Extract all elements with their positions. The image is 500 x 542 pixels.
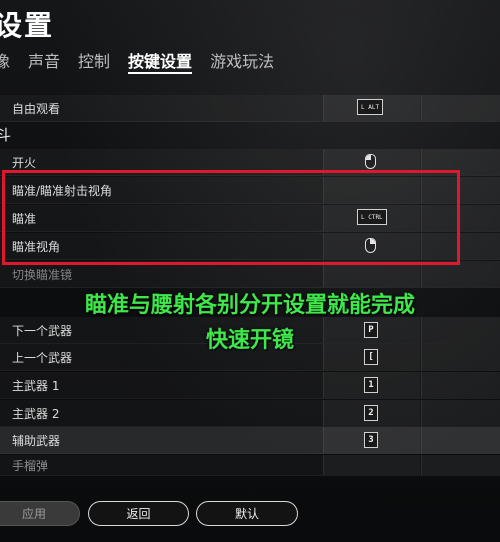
tab-controls[interactable]: 控制 [78,48,110,74]
back-button[interactable]: 返回 [88,501,189,526]
highlight-box [2,170,460,265]
keybind-row-switch-sight[interactable]: 切换瞄准镜 [0,261,500,288]
keybind-label: 主武器 1 [12,379,60,393]
key-cap: 3 [364,432,378,448]
key-cap: 2 [364,405,378,421]
keybind-label: 辅助武器 [12,434,61,448]
tab-audio[interactable]: 声音 [28,48,60,74]
page-title: 设置 [0,9,55,42]
apply-button[interactable]: 应用 [0,501,80,526]
section-heading: 斗 [0,126,12,144]
default-button[interactable]: 默认 [196,501,298,526]
primary-binding-slot[interactable] [323,455,420,475]
tab-gameplay[interactable]: 游戏玩法 [210,48,274,74]
secondary-binding-slot[interactable] [421,400,500,426]
caption-line-2: 快速开镜 [205,328,294,353]
keybind-row-free-look[interactable]: 自由观看 L ALT [0,95,500,122]
keybind-row-primary-2[interactable]: 主武器 2 2 [0,400,500,427]
tab-keybindings[interactable]: 按键设置 [128,48,193,74]
keybind-row-primary-1[interactable]: 主武器 1 1 [0,372,500,399]
tab-bar: 像 声音 控制 按键设置 游戏玩法 [0,48,292,74]
secondary-binding-slot[interactable] [421,427,500,453]
keybind-label: 切换瞄准镜 [12,268,73,282]
left-mouse-button-icon [365,154,376,169]
caption-line-1: 瞄准与腰射各别分开设置就能完成 [84,293,415,318]
key-cap: 1 [364,377,378,393]
key-cap: L ALT [357,99,384,115]
keybind-row-throwable[interactable]: 手榴弹 [0,455,500,476]
keybind-label: 开火 [12,156,37,170]
secondary-binding-slot[interactable] [421,372,500,398]
keybind-label: 自由观看 [12,102,61,116]
secondary-binding-slot[interactable] [421,95,500,121]
secondary-binding-slot[interactable] [421,455,500,475]
keybind-label: 主武器 2 [12,407,60,421]
keybind-row-secondary[interactable]: 辅助武器 3 [0,427,500,454]
tab-video[interactable]: 像 [0,48,10,74]
keybind-label: 手榴弹 [12,459,49,473]
